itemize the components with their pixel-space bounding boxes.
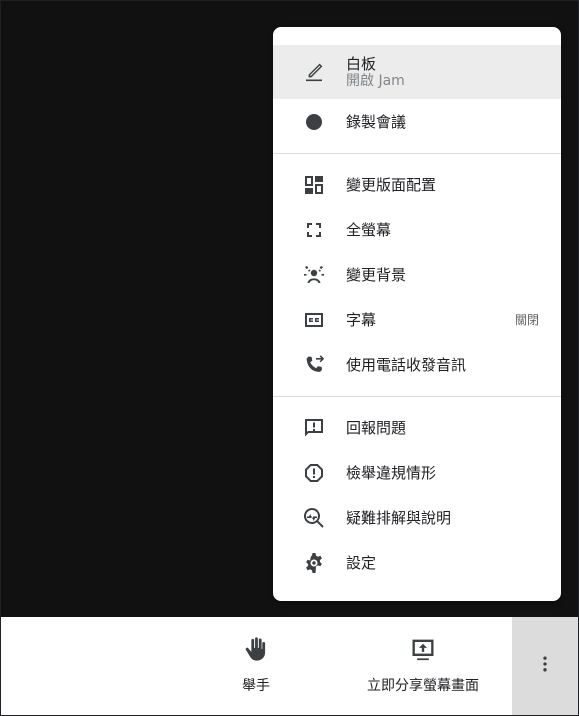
alert-octagon-icon — [301, 460, 327, 486]
menu-item-troubleshooting[interactable]: 疑難排解與說明 — [273, 495, 561, 540]
menu-item-whiteboard[interactable]: 白板 開啟 Jam — [273, 45, 561, 99]
whiteboard-label: 白板 — [346, 54, 377, 73]
more-vert-icon — [535, 654, 555, 678]
menu-divider — [273, 396, 561, 397]
phone-audio-label: 使用電話收發音訊 — [346, 355, 467, 374]
record-label: 錄製會議 — [346, 112, 407, 131]
troubleshooting-label: 疑難排解與說明 — [346, 508, 452, 527]
menu-item-change-layout[interactable]: 變更版面配置 — [273, 162, 561, 207]
change-layout-label: 變更版面配置 — [346, 175, 437, 194]
report-abuse-label: 檢舉違規情形 — [346, 463, 437, 482]
meeting-window: 白板 開啟 Jam 錄製會議 變更版面配置 全螢幕 變更背景 字幕 關閉 使用電… — [0, 0, 579, 716]
raise-hand-button[interactable]: 舉手 — [242, 635, 270, 695]
more-options-button[interactable] — [512, 617, 578, 715]
present-now-label: 立即分享螢幕畫面 — [367, 678, 479, 694]
captions-state: 關閉 — [514, 313, 539, 327]
fullscreen-icon — [301, 217, 327, 243]
menu-item-fullscreen[interactable]: 全螢幕 — [273, 207, 561, 252]
raise-hand-icon — [242, 635, 270, 667]
present-screen-icon — [409, 635, 437, 667]
feedback-icon — [301, 415, 327, 441]
change-background-label: 變更背景 — [346, 265, 407, 284]
menu-item-phone-audio[interactable]: 使用電話收發音訊 — [273, 342, 561, 387]
more-options-menu: 白板 開啟 Jam 錄製會議 變更版面配置 全螢幕 變更背景 字幕 關閉 使用電… — [273, 27, 561, 601]
troubleshoot-icon — [301, 505, 327, 531]
fullscreen-label: 全螢幕 — [346, 220, 392, 239]
layout-icon — [301, 172, 327, 198]
menu-item-report-abuse[interactable]: 檢舉違規情形 — [273, 450, 561, 495]
raise-hand-label: 舉手 — [242, 678, 270, 694]
menu-item-record[interactable]: 錄製會議 — [273, 99, 561, 144]
menu-item-captions[interactable]: 字幕 關閉 — [273, 297, 561, 342]
menu-item-report-problem[interactable]: 回報問題 — [273, 405, 561, 450]
bottom-control-bar: 舉手 立即分享螢幕畫面 — [1, 617, 578, 715]
menu-item-settings[interactable]: 設定 — [273, 540, 561, 585]
captions-label: 字幕 — [346, 310, 377, 329]
report-problem-label: 回報問題 — [346, 418, 407, 437]
record-icon — [301, 109, 327, 135]
gear-icon — [301, 550, 327, 576]
whiteboard-sublabel: 開啟 Jam — [346, 72, 405, 89]
phone-forward-icon — [301, 352, 327, 378]
menu-item-change-background[interactable]: 變更背景 — [273, 252, 561, 297]
pencil-icon — [301, 59, 327, 85]
present-now-button[interactable]: 立即分享螢幕畫面 — [367, 635, 479, 695]
settings-label: 設定 — [346, 553, 377, 572]
menu-divider — [273, 153, 561, 154]
background-person-icon — [301, 262, 327, 288]
closed-captions-icon — [301, 307, 327, 333]
